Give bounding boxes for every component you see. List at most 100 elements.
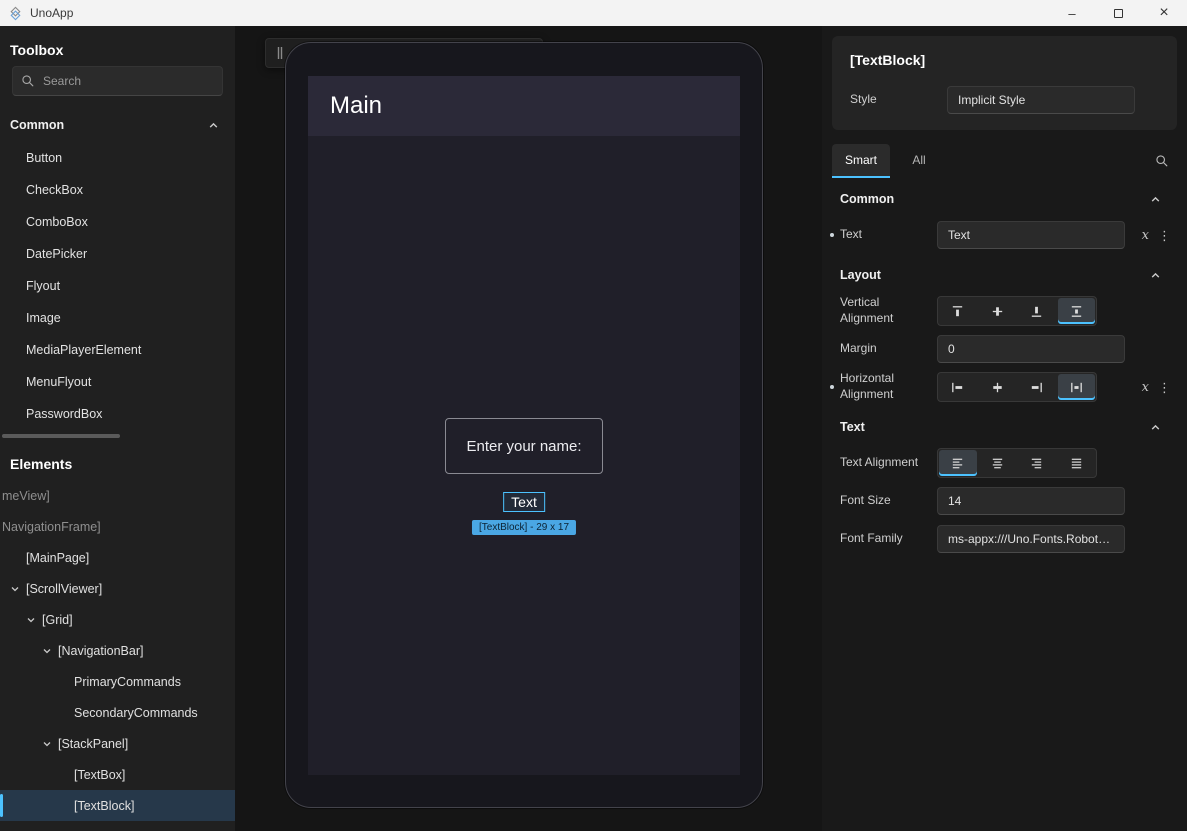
align-vstretch-icon: [1069, 304, 1084, 319]
toolbox-item-flyout[interactable]: Flyout: [0, 270, 235, 302]
property-row-horizontal-alignment: Horizontal Alignment: [822, 368, 1187, 406]
valign-top-button[interactable]: [939, 298, 977, 324]
chevron-up-icon: [1150, 194, 1161, 205]
chevron-down-icon[interactable]: [42, 739, 52, 749]
navigation-bar[interactable]: Main: [308, 76, 740, 136]
more-icon[interactable]: ⋮: [1158, 229, 1171, 242]
font-size-input[interactable]: [937, 487, 1125, 515]
text-property-input[interactable]: [937, 221, 1125, 249]
tree-item-textbox[interactable]: [TextBox]: [0, 759, 235, 790]
chevron-up-icon: [1150, 270, 1161, 281]
app-title: UnoApp: [30, 6, 73, 20]
textbox-element[interactable]: Enter your name:: [445, 418, 603, 474]
design-canvas[interactable]: ⋮ Main Enter your name: Text [TextBlock]…: [235, 26, 822, 831]
text-align-right-icon: [1029, 456, 1044, 471]
window-controls: – ×: [1049, 0, 1187, 26]
close-button[interactable]: ×: [1141, 0, 1187, 26]
more-icon[interactable]: ⋮: [1158, 381, 1171, 394]
titlebar: UnoApp – ×: [0, 0, 1187, 26]
search-icon: [1155, 154, 1169, 168]
tree-item-secondarycommands[interactable]: SecondaryCommands: [0, 697, 235, 728]
property-tabs: SmartAll: [832, 144, 948, 178]
toolbox-scrollbar-thumb[interactable]: [2, 434, 120, 438]
app-logo-icon: [8, 6, 23, 21]
toolbox-item-image[interactable]: Image: [0, 302, 235, 334]
valign-center-button[interactable]: [979, 298, 1017, 324]
section-layout-label: Layout: [840, 268, 881, 282]
halign-center-button[interactable]: [979, 374, 1017, 400]
tab-smart[interactable]: Smart: [832, 144, 890, 178]
toolbox-section-label: Common: [10, 118, 64, 132]
panel-search-button[interactable]: [1155, 154, 1169, 168]
section-common-label: Common: [840, 192, 894, 206]
align-right-icon: [1029, 380, 1044, 395]
chevron-down-icon[interactable]: [42, 646, 52, 656]
margin-input[interactable]: [937, 335, 1125, 363]
binding-icon[interactable]: x: [1142, 380, 1149, 395]
toolbox-item-button[interactable]: Button: [0, 142, 235, 174]
search-input[interactable]: [12, 66, 223, 96]
toolbox-scrollbar: [0, 432, 235, 440]
tree-item-label: [Grid]: [42, 613, 73, 627]
toolbox-item-combobox[interactable]: ComboBox: [0, 206, 235, 238]
halign-stretch-button[interactable]: [1058, 374, 1096, 400]
vertical-alignment-label: Vertical Alignment: [840, 295, 937, 326]
toolbox-list: ButtonCheckBoxComboBoxDatePickerFlyoutIm…: [0, 142, 235, 430]
tree-item-navigationframe[interactable]: NavigationFrame]: [0, 511, 235, 542]
text-align-right-button[interactable]: [1018, 450, 1056, 476]
font-family-label: Font Family: [840, 531, 937, 547]
tree-item-label: [TextBox]: [74, 768, 125, 782]
halign-right-button[interactable]: [1018, 374, 1056, 400]
property-row-font-family: Font Family: [822, 520, 1187, 558]
maximize-button[interactable]: [1095, 0, 1141, 26]
text-align-left-button[interactable]: [939, 450, 977, 476]
app-body[interactable]: Enter your name: Text [TextBlock] - 29 x…: [308, 136, 740, 775]
horizontal-alignment-group: [937, 372, 1097, 402]
toolbox-item-passwordbox[interactable]: PasswordBox: [0, 398, 235, 430]
tab-all[interactable]: All: [890, 144, 948, 178]
chevron-down-icon[interactable]: [26, 615, 36, 625]
tree-item-meview[interactable]: meView]: [0, 480, 235, 511]
halign-left-button[interactable]: [939, 374, 977, 400]
tree-item-primarycommands[interactable]: PrimaryCommands: [0, 666, 235, 697]
align-vcenter-icon: [990, 304, 1005, 319]
tree-item-textblock[interactable]: [TextBlock]: [0, 790, 235, 821]
toolbox-item-mediaplayerelement[interactable]: MediaPlayerElement: [0, 334, 235, 366]
toolbox-item-menuflyout[interactable]: MenuFlyout: [0, 366, 235, 398]
app-screen[interactable]: Main Enter your name: Text [TextBlock] -…: [308, 76, 740, 775]
properties-panel: [TextBlock] Style SmartAll Common Text: [822, 26, 1187, 831]
tree-item-navigationbar[interactable]: [NavigationBar]: [0, 635, 235, 666]
binding-icon[interactable]: x: [1142, 228, 1149, 243]
chevron-up-icon: [208, 120, 219, 131]
tree-item-scrollviewer[interactable]: [ScrollViewer]: [0, 573, 235, 604]
style-input[interactable]: [947, 86, 1135, 114]
valign-bottom-button[interactable]: [1018, 298, 1056, 324]
selected-textblock[interactable]: Text: [503, 492, 545, 512]
toolbox-section-common[interactable]: Common: [0, 108, 235, 142]
tree-item-label: meView]: [2, 489, 50, 503]
font-family-input[interactable]: [937, 525, 1125, 553]
section-common[interactable]: Common: [822, 182, 1187, 216]
drag-handle-icon: [276, 46, 284, 60]
toolbox-title: Toolbox: [10, 42, 225, 58]
minimize-button[interactable]: –: [1049, 0, 1095, 26]
section-layout[interactable]: Layout: [822, 258, 1187, 292]
tree-item-mainpage[interactable]: [MainPage]: [0, 542, 235, 573]
text-align-center-button[interactable]: [979, 450, 1017, 476]
text-align-justify-button[interactable]: [1058, 450, 1096, 476]
valign-stretch-button[interactable]: [1058, 298, 1096, 324]
property-row-margin: Margin: [822, 330, 1187, 368]
toolbox-item-datepicker[interactable]: DatePicker: [0, 238, 235, 270]
chevron-up-icon: [1150, 422, 1161, 433]
tree-item-grid[interactable]: [Grid]: [0, 604, 235, 635]
section-text[interactable]: Text: [822, 410, 1187, 444]
toolbox-item-checkbox[interactable]: CheckBox: [0, 174, 235, 206]
chevron-down-icon[interactable]: [10, 584, 20, 594]
tree-item-stackpanel[interactable]: [StackPanel]: [0, 728, 235, 759]
align-hcenter-icon: [990, 380, 1005, 395]
device-frame: Main Enter your name: Text [TextBlock] -…: [285, 42, 763, 808]
property-row-text-alignment: Text Alignment: [822, 444, 1187, 482]
style-label: Style: [850, 92, 947, 108]
sidebar: Toolbox Common ButtonCheckBoxComboBoxDat…: [0, 26, 235, 831]
text-alignment-label: Text Alignment: [840, 455, 937, 471]
